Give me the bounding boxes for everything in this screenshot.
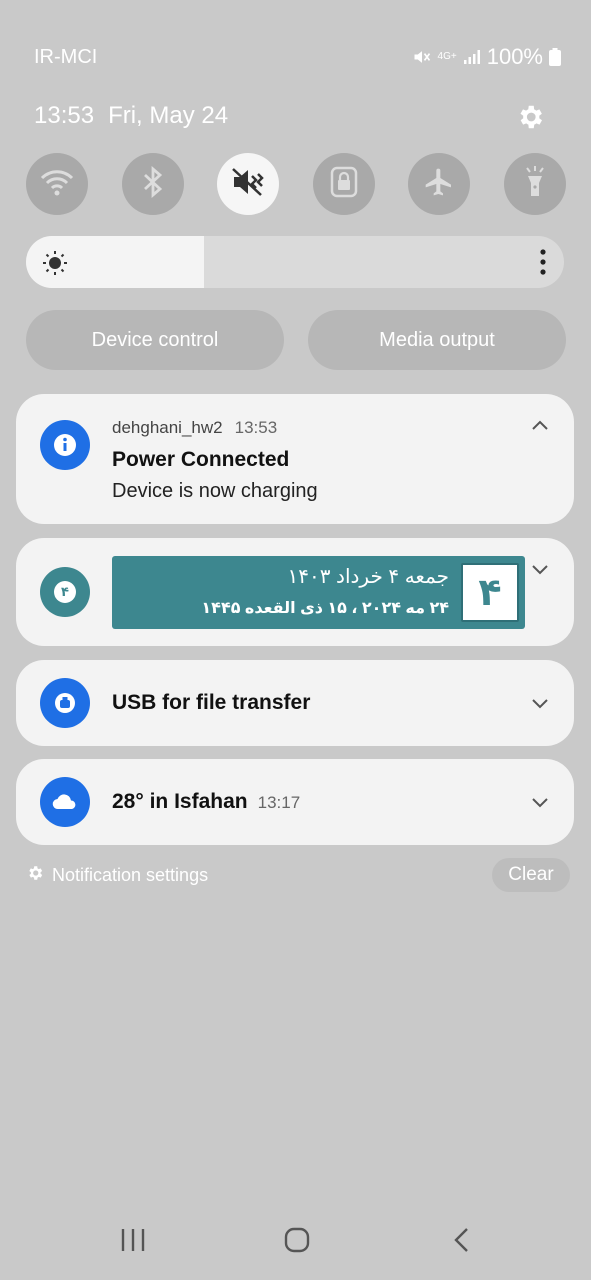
bluetooth-icon xyxy=(142,165,164,203)
persian-date: جمعه ۴ خرداد ۱۴۰۳ xyxy=(287,566,449,588)
status-icons: 4G+ 100% xyxy=(412,44,561,70)
usb-icon xyxy=(40,678,90,728)
back-icon[interactable] xyxy=(452,1227,472,1258)
chevron-up-icon[interactable] xyxy=(530,418,550,437)
settings-gear-icon[interactable] xyxy=(515,102,545,132)
brightness-slider[interactable] xyxy=(26,236,564,288)
clear-button[interactable]: Clear xyxy=(492,858,570,892)
flashlight-toggle[interactable] xyxy=(503,153,566,215)
weather-title-row: 28° in Isfahan 13:17 xyxy=(112,790,300,814)
usb-title: USB for file transfer xyxy=(112,691,311,714)
lock-icon xyxy=(330,166,358,203)
airplane-toggle[interactable] xyxy=(408,153,471,215)
header-datetime: 13:53 Fri, May 24 xyxy=(34,102,228,130)
recents-icon[interactable] xyxy=(120,1227,146,1258)
flashlight-icon xyxy=(522,165,548,204)
airplane-icon xyxy=(423,166,455,203)
bluetooth-toggle[interactable] xyxy=(121,153,184,215)
quick-settings-row xyxy=(26,153,566,215)
sound-toggle[interactable] xyxy=(217,153,280,215)
mute-status-icon xyxy=(412,47,432,67)
status-bar: IR-MCI 4G+ 100% xyxy=(0,0,591,110)
notification-settings-link[interactable]: Notification settings xyxy=(26,864,208,887)
date: Fri, May 24 xyxy=(108,102,229,129)
weather-time: 13:17 xyxy=(257,793,301,812)
notification-text: Device is now charging xyxy=(112,480,318,502)
chevron-down-icon[interactable] xyxy=(530,796,550,815)
calendar-badge: ۴ xyxy=(54,581,76,603)
notification-settings-label: Notification settings xyxy=(52,865,209,885)
calendar-day: ۴ xyxy=(461,563,519,622)
chevron-down-icon[interactable] xyxy=(530,697,550,716)
media-output-button[interactable]: Media output xyxy=(308,310,566,370)
notification-title: Power Connected xyxy=(112,448,290,471)
device-control-button[interactable]: Device control xyxy=(26,310,284,370)
gear-icon xyxy=(26,864,44,887)
carrier-label: IR-MCI xyxy=(34,46,98,68)
rotation-lock-toggle[interactable] xyxy=(312,153,375,215)
calendar-app-icon: ۴ xyxy=(40,567,90,617)
chevron-down-icon[interactable] xyxy=(530,563,550,582)
calendar-notification[interactable]: ۴ ۴ جمعه ۴ خرداد ۱۴۰۳ ۲۴ مه ۲۰۲۴ ، ۱۵ ذی… xyxy=(16,538,574,646)
notification-time: 13:53 xyxy=(234,418,278,437)
notification-meta: dehghani_hw2 13:53 xyxy=(112,418,277,438)
navigation-bar xyxy=(0,1215,591,1270)
app-name: dehghani_hw2 xyxy=(112,418,223,437)
signal-icon xyxy=(463,49,481,65)
info-icon xyxy=(40,420,90,470)
mute-icon xyxy=(231,167,265,202)
power-notification[interactable]: dehghani_hw2 13:53 Power Connected Devic… xyxy=(16,394,574,524)
home-icon[interactable] xyxy=(284,1227,310,1258)
clock: 13:53 xyxy=(34,102,95,129)
wifi-icon xyxy=(40,168,74,201)
gregorian-hijri-date: ۲۴ مه ۲۰۲۴ ، ۱۵ ذی القعده ۱۴۴۵ xyxy=(201,600,449,617)
pill-row: Device control Media output xyxy=(26,310,566,370)
battery-label: 100% xyxy=(486,44,543,69)
weather-notification[interactable]: 28° in Isfahan 13:17 xyxy=(16,759,574,845)
usb-notification[interactable]: USB for file transfer xyxy=(16,660,574,746)
wifi-toggle[interactable] xyxy=(26,153,88,215)
network-type-icon: 4G+ xyxy=(437,51,457,62)
battery-icon xyxy=(549,48,561,66)
more-options-icon[interactable] xyxy=(540,248,546,281)
cloud-icon xyxy=(40,777,90,827)
sun-icon xyxy=(42,250,68,281)
weather-title: 28° in Isfahan xyxy=(112,790,248,813)
calendar-widget: ۴ جمعه ۴ خرداد ۱۴۰۳ ۲۴ مه ۲۰۲۴ ، ۱۵ ذی ا… xyxy=(112,556,525,629)
